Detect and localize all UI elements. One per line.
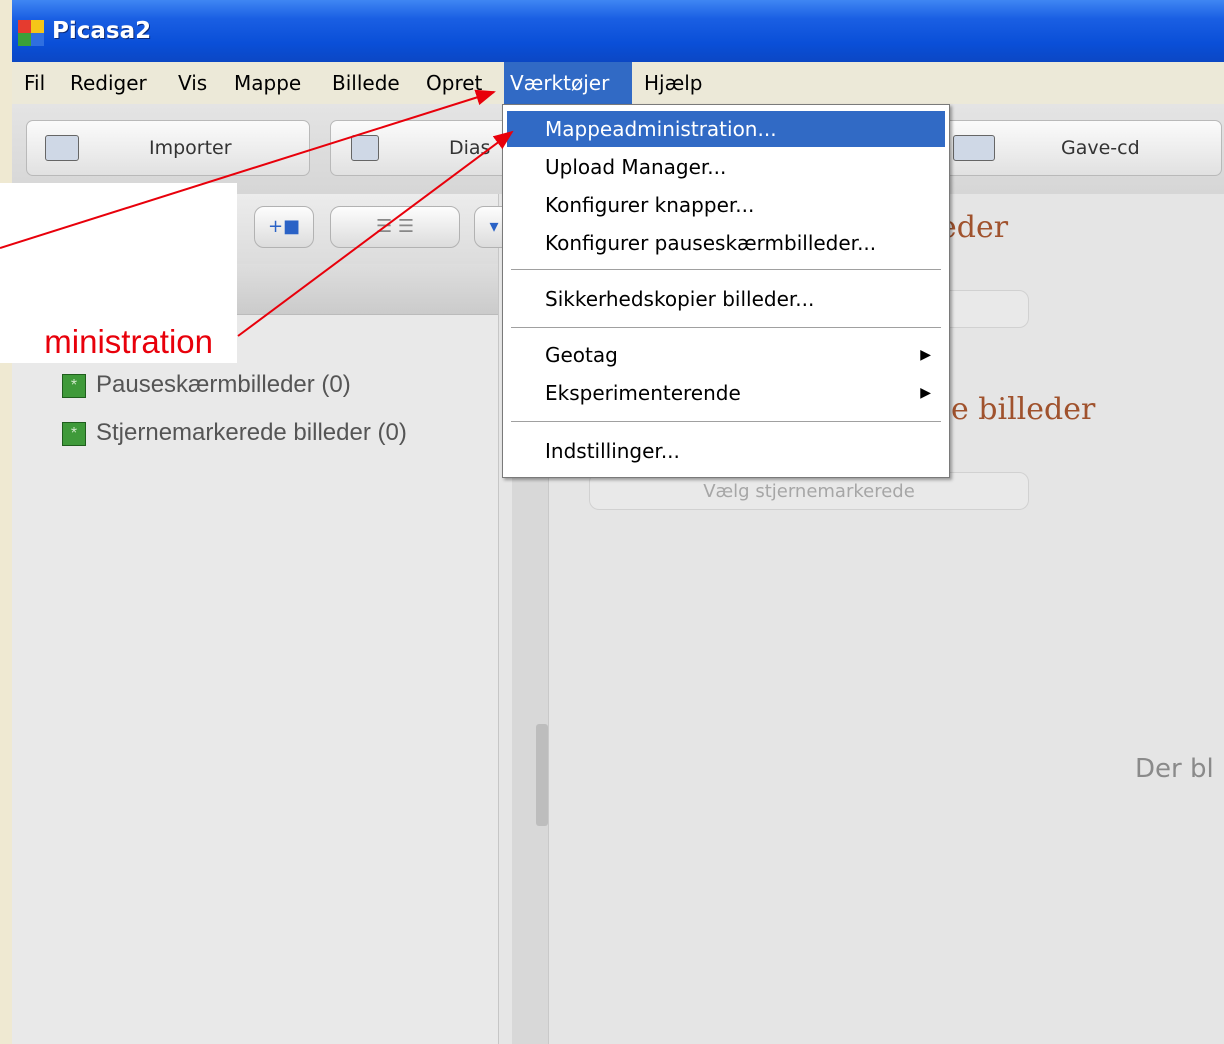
annotation-callout: ministration — [0, 183, 237, 363]
menu-bar: Fil Rediger Vis Mappe Billede Opret Værk… — [12, 62, 1224, 105]
gift-cd-button[interactable]: Gave-cd — [932, 120, 1222, 176]
slideshow-button-label: Dias — [449, 137, 491, 159]
menu-hjaelp[interactable]: Hjælp — [638, 62, 709, 104]
import-button-label: Importer — [149, 137, 232, 159]
submenu-arrow-icon: ▶ — [920, 347, 931, 363]
folder-label: Stjernemarkerede billeder (0) — [96, 419, 407, 446]
menu-separator — [511, 421, 941, 422]
submenu-arrow-icon: ▶ — [920, 385, 931, 401]
menu-opret[interactable]: Opret — [420, 62, 488, 104]
add-folder-button[interactable]: +■ — [254, 206, 314, 248]
menu-fil[interactable]: Fil — [18, 62, 51, 104]
menuitem-upload-manager[interactable]: Upload Manager... — [507, 149, 945, 185]
empty-message: Der bl — [1135, 754, 1214, 784]
menuitem-experimental[interactable]: Eksperimenterende ▶ — [507, 375, 945, 411]
slideshow-button[interactable]: Dias — [330, 120, 510, 176]
menu-vaerktoejer[interactable]: Værktøjer — [504, 62, 632, 104]
view-mode-toggle[interactable]: ☰ ☰ — [330, 206, 460, 248]
album-icon: * — [62, 373, 86, 398]
menu-rediger[interactable]: Rediger — [64, 62, 153, 104]
menuitem-configure-screensaver[interactable]: Konfigurer pauseskærmbilleder... — [507, 225, 945, 261]
menuitem-backup-pictures[interactable]: Sikkerhedskopier billeder... — [507, 281, 945, 317]
album-icon: * — [62, 421, 86, 446]
folder-screensaver[interactable]: * Pauseskærmbilleder (0) — [62, 368, 351, 402]
menuitem-settings[interactable]: Indstillinger... — [507, 433, 945, 469]
menuitem-folder-manager[interactable]: Mappeadministration... — [507, 111, 945, 147]
menu-separator — [511, 327, 941, 328]
menu-vis[interactable]: Vis — [172, 62, 213, 104]
list-view-icon: ☰ ☰ — [376, 216, 414, 237]
slideshow-icon — [351, 135, 379, 161]
menu-billede[interactable]: Billede — [326, 62, 406, 104]
gift-cd-icon — [953, 135, 995, 161]
add-folder-icon: +■ — [267, 216, 301, 237]
menu-separator — [511, 269, 941, 270]
picasa-logo-icon — [18, 20, 44, 46]
gift-cd-button-label: Gave-cd — [1061, 137, 1140, 159]
menuitem-geotag[interactable]: Geotag ▶ — [507, 337, 945, 373]
title-bar: Picasa2 — [12, 0, 1224, 62]
annotation-text: ministration — [44, 323, 213, 360]
camera-import-icon — [45, 135, 79, 161]
tools-menu: Mappeadministration... Upload Manager...… — [502, 104, 950, 478]
folder-starred[interactable]: * Stjernemarkerede billeder (0) — [62, 416, 407, 450]
folder-label: Pauseskærmbilleder (0) — [96, 371, 351, 398]
chevron-down-icon: ▾ — [489, 216, 499, 237]
section-heading-2: e billeder — [951, 392, 1096, 427]
menuitem-experimental-label: Eksperimenterende — [545, 381, 741, 405]
menuitem-configure-buttons[interactable]: Konfigurer knapper... — [507, 187, 945, 223]
menu-mappe[interactable]: Mappe — [228, 62, 307, 104]
import-button[interactable]: Importer — [26, 120, 310, 176]
menuitem-geotag-label: Geotag — [545, 343, 618, 367]
splitter-grip[interactable] — [536, 724, 548, 826]
window-title: Picasa2 — [52, 18, 152, 44]
